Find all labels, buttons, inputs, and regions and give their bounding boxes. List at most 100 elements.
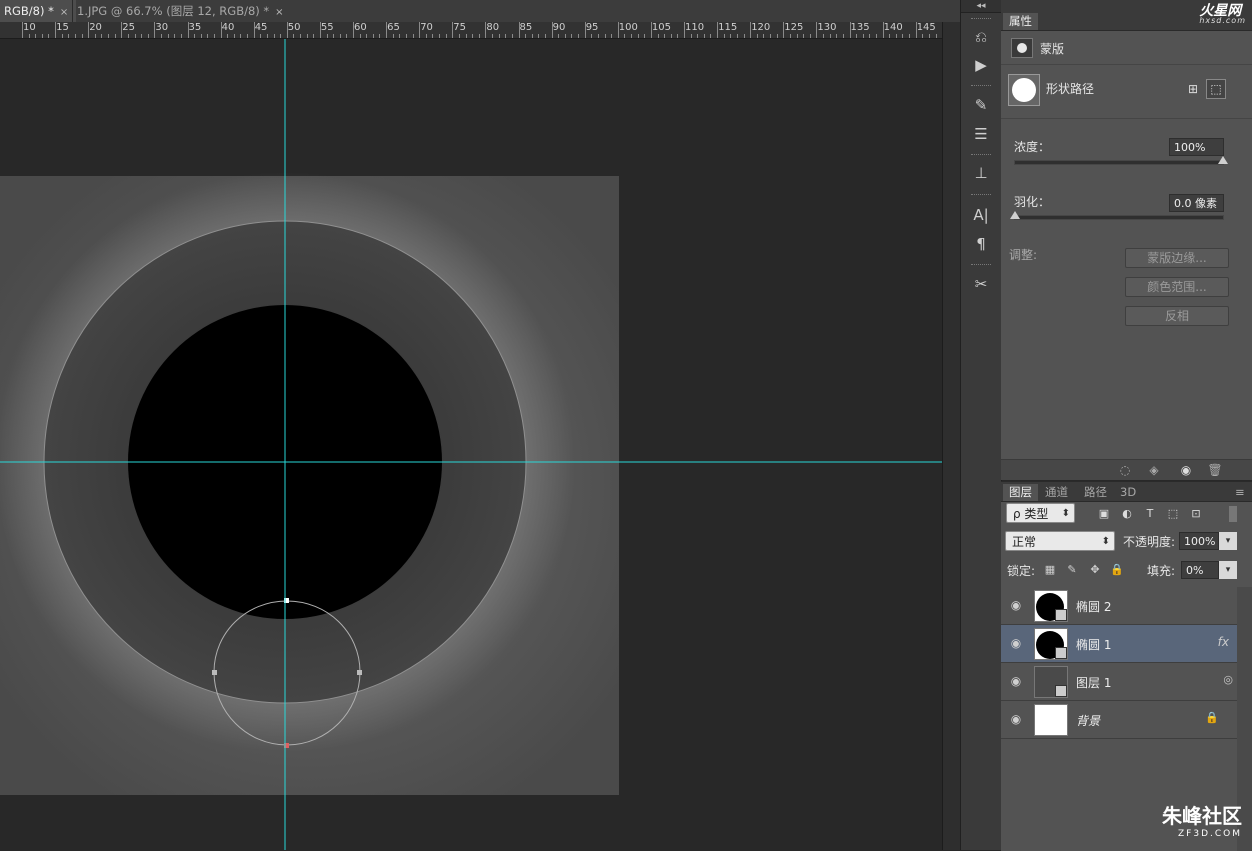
- eye-icon[interactable]: ◉: [1008, 712, 1024, 726]
- layer-row[interactable]: ◉ 背景 🔒: [1001, 701, 1237, 739]
- ruler-tick-label: 80: [486, 22, 500, 33]
- type-filter-icon[interactable]: T: [1142, 506, 1158, 522]
- layer-name[interactable]: 背景: [1076, 712, 1100, 729]
- play-icon[interactable]: ▶: [970, 54, 992, 76]
- shape-filter-icon[interactable]: ⬚: [1165, 506, 1181, 522]
- ruler-tick: [915, 22, 917, 38]
- lock-transparent-icon[interactable]: ▦: [1042, 562, 1058, 578]
- opacity-dropdown-icon[interactable]: ▾: [1219, 532, 1237, 550]
- layer-name[interactable]: 图层 1: [1076, 674, 1111, 691]
- grip-handle[interactable]: [971, 85, 991, 89]
- image-filter-icon[interactable]: ▣: [1096, 506, 1112, 522]
- layer-name[interactable]: 椭圆 1: [1076, 636, 1111, 653]
- smart-filter-icon[interactable]: ◎: [1223, 673, 1233, 686]
- filter-toggle[interactable]: [1229, 506, 1237, 522]
- grip-handle[interactable]: [971, 264, 991, 268]
- ruler-tick-label: 100: [618, 22, 638, 33]
- ruler-tick: [591, 34, 593, 38]
- layer-row-selected[interactable]: ◉ 椭圆 1 fx: [1001, 625, 1237, 663]
- ruler-tick: [485, 22, 487, 38]
- ruler-tick: [293, 34, 295, 38]
- fill-input[interactable]: 0%: [1181, 561, 1219, 579]
- shape-thumbnail: [1008, 74, 1040, 106]
- ruler-tick: [306, 34, 308, 38]
- blend-mode-select[interactable]: 正常: [1005, 531, 1115, 552]
- ruler-tick: [266, 34, 268, 38]
- vector-mask-icon[interactable]: ⬚: [1206, 79, 1226, 99]
- eye-icon[interactable]: ◉: [1175, 461, 1197, 479]
- ruler-tick: [862, 34, 864, 38]
- eye-icon[interactable]: ◉: [1008, 598, 1024, 612]
- mask-edge-button[interactable]: 蒙版边缘...: [1125, 248, 1229, 268]
- close-icon[interactable]: ×: [275, 7, 283, 18]
- density-slider[interactable]: [1014, 156, 1228, 165]
- ruler-tick: [743, 34, 745, 38]
- lock-position-icon[interactable]: ✥: [1087, 562, 1103, 578]
- watermark: 朱峰社区 ZF3D.COM: [1162, 806, 1242, 843]
- tab-layers[interactable]: 图层: [1003, 484, 1038, 501]
- grip-handle[interactable]: [971, 154, 991, 158]
- ruler-tick: [584, 22, 586, 38]
- history-icon[interactable]: ⎌: [970, 26, 992, 48]
- tab-3d[interactable]: 3D: [1114, 484, 1142, 501]
- ruler-tick: [472, 34, 474, 38]
- document-tab-active[interactable]: RGB/8) * ×: [0, 0, 77, 22]
- layer-name[interactable]: 椭圆 2: [1076, 598, 1111, 615]
- apply-mask-icon[interactable]: ◈: [1143, 461, 1165, 479]
- ruler-tick: [756, 34, 758, 38]
- lock-image-icon[interactable]: ✎: [1064, 562, 1080, 578]
- load-selection-icon[interactable]: ◌: [1114, 461, 1136, 479]
- canvas-area[interactable]: [0, 39, 942, 850]
- grip-handle[interactable]: [971, 18, 991, 22]
- ruler-tick: [386, 22, 388, 38]
- layer-row[interactable]: ◉ 椭圆 2: [1001, 587, 1237, 625]
- opacity-input[interactable]: 100%: [1179, 532, 1219, 550]
- trash-icon[interactable]: 🗑: [1204, 461, 1226, 479]
- adjustment-filter-icon[interactable]: ◐: [1119, 506, 1135, 522]
- filter-type-select[interactable]: ρ 类型: [1006, 503, 1075, 524]
- vertical-scrollbar[interactable]: [942, 22, 961, 850]
- slider-thumb[interactable]: [1010, 211, 1020, 219]
- brush-settings-icon[interactable]: ☰: [970, 123, 992, 145]
- tab-channels[interactable]: 通道: [1039, 484, 1074, 501]
- layer-row[interactable]: ◉ 图层 1 ◎: [1001, 663, 1237, 701]
- anchor-point[interactable]: [357, 670, 362, 675]
- add-mask-icon[interactable]: ⊞: [1183, 79, 1203, 99]
- horizontal-ruler[interactable]: 10 15 20 25 30 35 40 45 50 55 60 65 70 75 80 85 90 95 100 1…: [0, 22, 942, 39]
- brush-icon[interactable]: ✎: [970, 94, 992, 116]
- ruler-tick: [558, 34, 560, 38]
- ruler-tick: [207, 34, 209, 38]
- fill-dropdown-icon[interactable]: ▾: [1219, 561, 1237, 579]
- ruler-tick-label: 135: [850, 22, 870, 33]
- panel-menu-icon[interactable]: ≡: [1229, 484, 1251, 501]
- feather-input[interactable]: 0.0 像素: [1169, 194, 1224, 212]
- density-input[interactable]: 100%: [1169, 138, 1224, 156]
- feather-slider[interactable]: [1010, 211, 1224, 220]
- tab-paths[interactable]: 路径: [1078, 484, 1113, 501]
- ruler-tick: [187, 22, 189, 38]
- paragraph-icon[interactable]: ¶: [970, 233, 992, 255]
- ruler-tick: [776, 34, 778, 38]
- color-range-button[interactable]: 颜色范围...: [1125, 277, 1229, 297]
- fx-icon[interactable]: fx: [1218, 635, 1229, 649]
- smart-object-filter-icon[interactable]: ⊡: [1188, 506, 1204, 522]
- tool-presets-icon[interactable]: ✂: [970, 273, 992, 295]
- eye-icon[interactable]: ◉: [1008, 674, 1024, 688]
- slider-thumb[interactable]: [1218, 156, 1228, 164]
- document-tab[interactable]: 1.JPG @ 66.7% (图层 12, RGB/8) * ×: [72, 0, 292, 22]
- collapse-button[interactable]: ◂◂: [961, 0, 1001, 13]
- ruler-tick: [74, 34, 76, 38]
- close-icon[interactable]: ×: [60, 7, 68, 18]
- character-icon[interactable]: A|: [970, 204, 992, 226]
- lock-all-icon[interactable]: 🔒: [1109, 562, 1125, 578]
- tab-properties[interactable]: 属性: [1003, 13, 1038, 30]
- ruler-tick: [194, 34, 196, 38]
- ruler-tick: [419, 22, 421, 38]
- ruler-tick: [564, 34, 566, 38]
- clone-stamp-icon[interactable]: ⊥: [970, 162, 992, 184]
- ruler-tick: [108, 34, 110, 38]
- anchor-point[interactable]: [212, 670, 217, 675]
- grip-handle[interactable]: [971, 194, 991, 198]
- invert-button[interactable]: 反相: [1125, 306, 1229, 326]
- eye-icon[interactable]: ◉: [1008, 636, 1024, 650]
